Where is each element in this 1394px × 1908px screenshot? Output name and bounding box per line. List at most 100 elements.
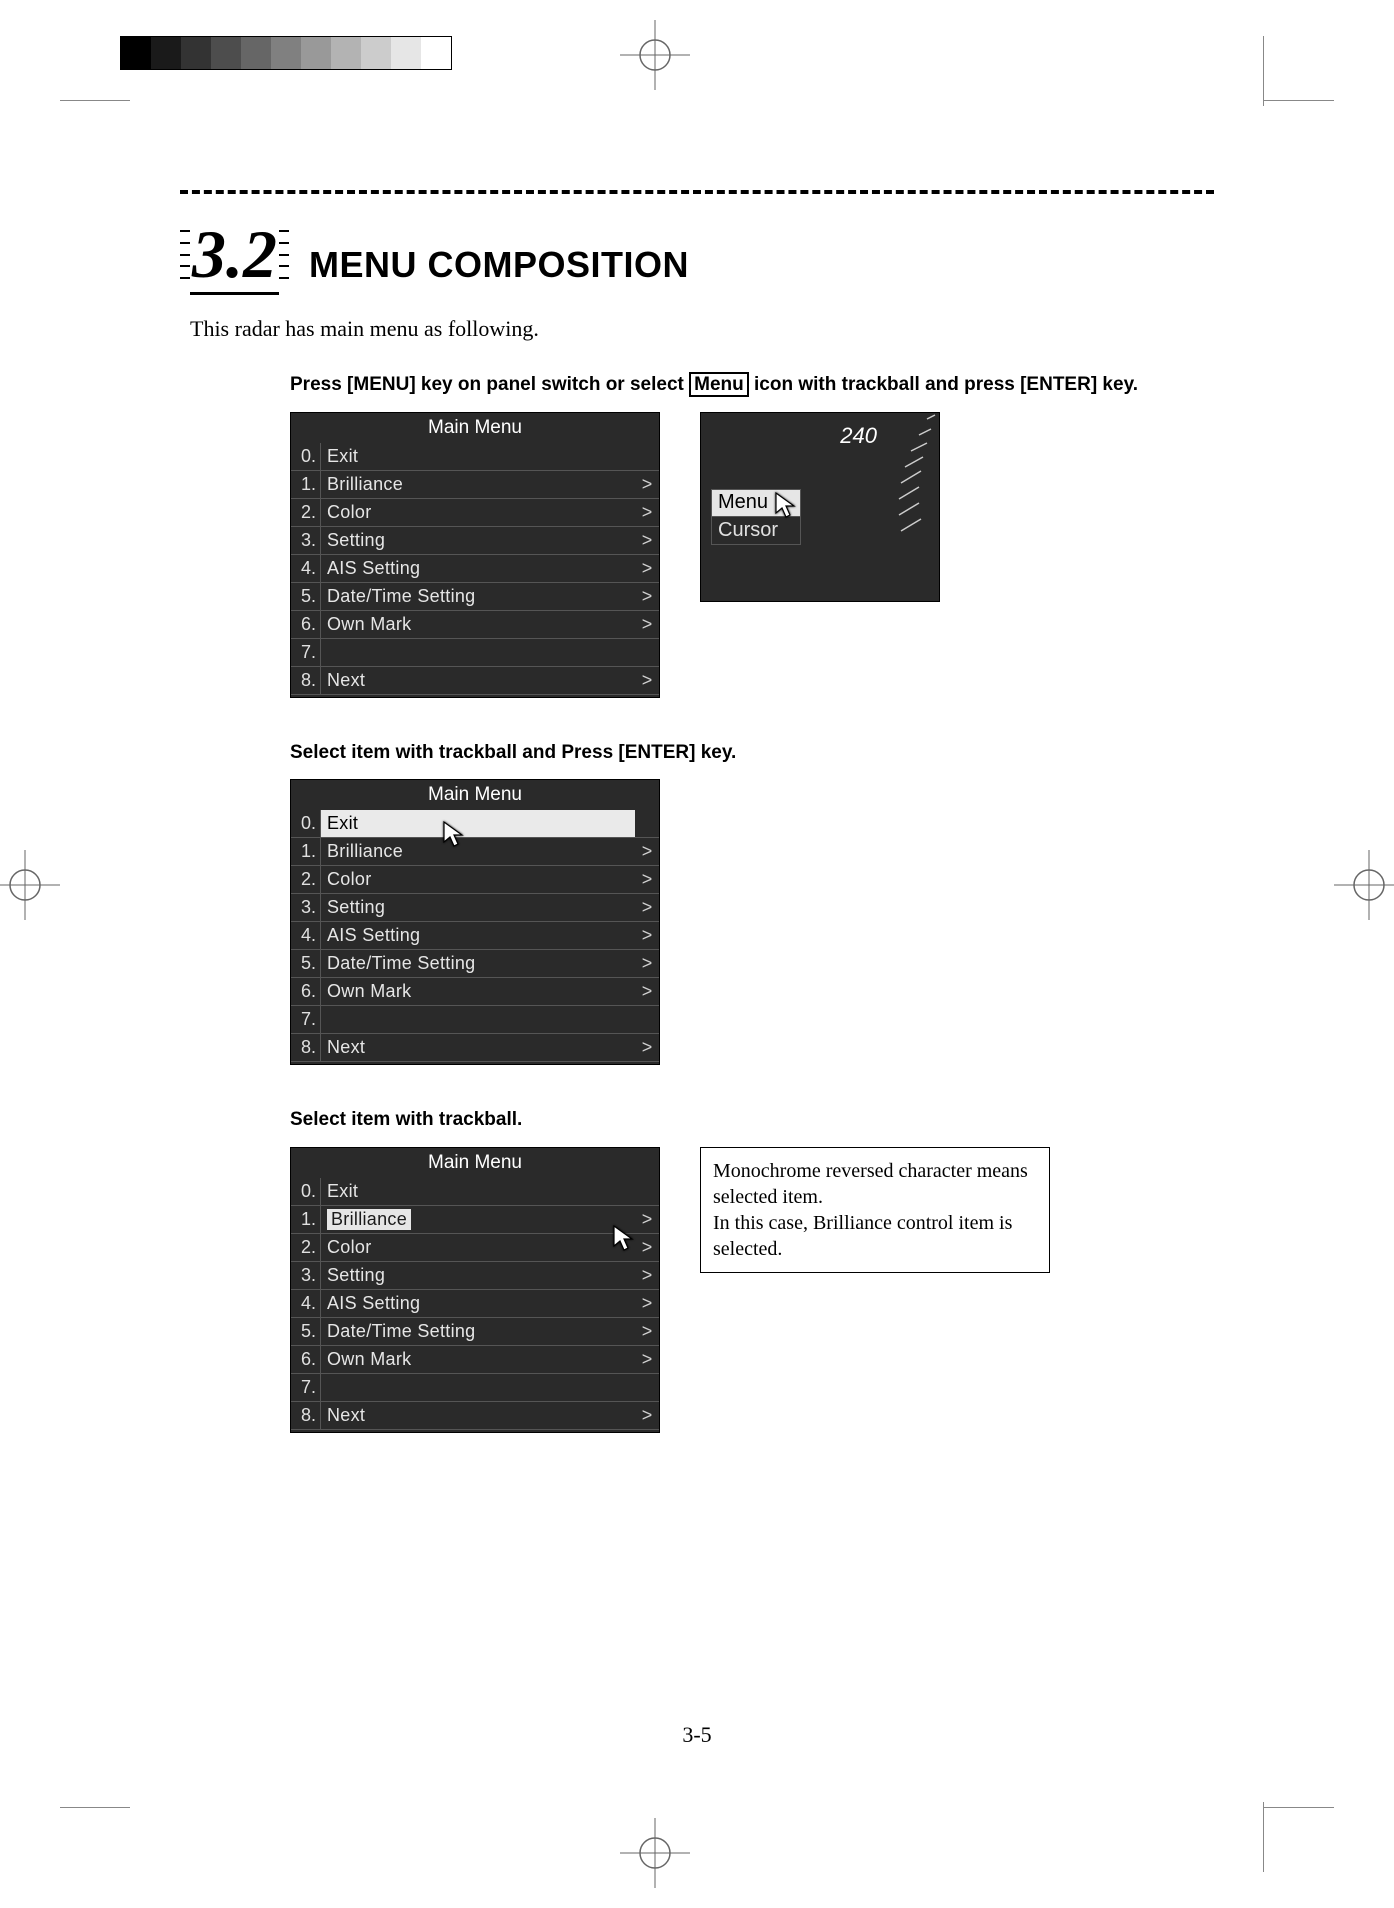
submenu-arrow-icon [635, 1374, 659, 1401]
submenu-arrow-icon: > [635, 1318, 659, 1345]
menu-item-row[interactable]: 3.Setting> [291, 527, 659, 555]
menu-item-label: Own Mark [321, 978, 635, 1005]
menu-item-row[interactable]: 5.Date/Time Setting> [291, 1318, 659, 1346]
menu-item-number: 6. [291, 978, 321, 1005]
menu-item-number: 8. [291, 667, 321, 694]
menu-item-row[interactable]: 4.AIS Setting> [291, 1290, 659, 1318]
section-number: 3.2 [190, 216, 279, 295]
menu-item-number: 2. [291, 1234, 321, 1261]
explanation-note: Monochrome reversed character means sele… [700, 1147, 1050, 1273]
submenu-arrow-icon: > [635, 1290, 659, 1317]
menu-item-label: Exit [321, 1178, 635, 1205]
menu-item-number: 2. [291, 866, 321, 893]
menu-boxed-label: Menu [689, 372, 749, 397]
menu-item-label: AIS Setting [321, 922, 635, 949]
step-3-text: Select item with trackball. [290, 1107, 1204, 1133]
menu-item-row[interactable]: 2.Color> [291, 499, 659, 527]
submenu-arrow-icon: > [635, 1262, 659, 1289]
menu-item-number: 1. [291, 471, 321, 498]
menu-item-label: Own Mark [321, 1346, 635, 1373]
menu-item-row[interactable]: 7. [291, 1374, 659, 1402]
step-1: Press [MENU] key on panel switch or sele… [290, 372, 1204, 698]
submenu-arrow-icon: > [635, 866, 659, 893]
menu-item-label: AIS Setting [321, 555, 635, 582]
menu-item-number: 5. [291, 583, 321, 610]
step-1-text: Press [MENU] key on panel switch or sele… [290, 372, 1204, 398]
menu-item-label [321, 1374, 635, 1401]
submenu-arrow-icon: > [635, 527, 659, 554]
main-menu-screenshot-1: Main Menu0.Exit1.Brilliance>2.Color>3.Se… [290, 412, 660, 698]
submenu-arrow-icon: > [635, 978, 659, 1005]
menu-item-row[interactable]: 0.Exit [291, 810, 659, 838]
cursor-pointer-icon [611, 1224, 635, 1252]
submenu-arrow-icon: > [635, 583, 659, 610]
menu-item-label: Brilliance [321, 471, 635, 498]
menu-item-number: 8. [291, 1402, 321, 1429]
menu-item-row[interactable]: 2.Color> [291, 866, 659, 894]
submenu-arrow-icon: > [635, 611, 659, 638]
menu-item-number: 0. [291, 443, 321, 470]
menu-item-row[interactable]: 6.Own Mark> [291, 978, 659, 1006]
menu-item-number: 0. [291, 1178, 321, 1205]
submenu-arrow-icon: > [635, 894, 659, 921]
step-2: Select item with trackball and Press [EN… [290, 740, 1204, 1066]
menu-item-label: Color [321, 866, 635, 893]
step-1-text-pre: Press [MENU] key on panel switch or sele… [290, 374, 689, 395]
menu-item-row[interactable]: 2.Color> [291, 1234, 659, 1262]
main-menu-screenshot-3: Main Menu0.Exit1.Brilliance>2.Color>3.Se… [290, 1147, 660, 1433]
menu-item-row[interactable]: 6.Own Mark> [291, 611, 659, 639]
mini-menu-item-cursor[interactable]: Cursor [711, 517, 801, 545]
menu-item-row[interactable]: 7. [291, 1006, 659, 1034]
menu-item-number: 6. [291, 1346, 321, 1373]
menu-item-label: Exit [321, 443, 635, 470]
note-line-2: In this case, Brilliance control item is… [713, 1212, 1012, 1260]
menu-item-label: Brilliance [321, 838, 635, 865]
submenu-arrow-icon: > [635, 471, 659, 498]
registration-mark-icon [620, 20, 690, 90]
menu-item-row[interactable]: 1.Brilliance> [291, 471, 659, 499]
menu-item-row[interactable]: 0.Exit [291, 443, 659, 471]
menu-item-row[interactable]: 1.Brilliance> [291, 1206, 659, 1234]
menu-item-label: Setting [321, 894, 635, 921]
menu-item-label: Setting [321, 527, 635, 554]
menu-item-row[interactable]: 3.Setting> [291, 894, 659, 922]
menu-item-row[interactable]: 5.Date/Time Setting> [291, 950, 659, 978]
menu-item-label [321, 639, 635, 666]
menu-item-number: 4. [291, 555, 321, 582]
menu-item-row[interactable]: 8.Next> [291, 1034, 659, 1062]
menu-item-row[interactable]: 6.Own Mark> [291, 1346, 659, 1374]
menu-item-row[interactable]: 1.Brilliance> [291, 838, 659, 866]
menu-item-row[interactable]: 3.Setting> [291, 1262, 659, 1290]
section-title: MENU COMPOSITION [309, 244, 689, 286]
submenu-arrow-icon: > [635, 1206, 659, 1233]
menu-item-row[interactable]: 8.Next> [291, 667, 659, 695]
menu-item-number: 3. [291, 527, 321, 554]
menu-item-label: AIS Setting [321, 1290, 635, 1317]
registration-mark-icon [1334, 850, 1394, 920]
menu-item-row[interactable]: 5.Date/Time Setting> [291, 583, 659, 611]
step-1-text-post: icon with trackball and press [ENTER] ke… [749, 374, 1138, 395]
submenu-arrow-icon: > [635, 838, 659, 865]
menu-item-label: Exit [321, 810, 635, 837]
menu-item-row[interactable]: 7. [291, 639, 659, 667]
menu-title: Main Menu [291, 413, 659, 443]
menu-item-row[interactable]: 4.AIS Setting> [291, 555, 659, 583]
menu-item-label: Own Mark [321, 611, 635, 638]
grayscale-calibration-bar [120, 36, 452, 70]
menu-item-number: 7. [291, 639, 321, 666]
cursor-pointer-icon [773, 491, 797, 519]
bearing-scale-value: 240 [840, 423, 877, 449]
menu-item-row[interactable]: 4.AIS Setting> [291, 922, 659, 950]
menu-item-number: 1. [291, 838, 321, 865]
menu-item-row[interactable]: 8.Next> [291, 1402, 659, 1430]
submenu-arrow-icon: > [635, 1402, 659, 1429]
submenu-arrow-icon [635, 1006, 659, 1033]
menu-item-row[interactable]: 0.Exit [291, 1178, 659, 1206]
submenu-arrow-icon [635, 810, 659, 837]
menu-title: Main Menu [291, 780, 659, 810]
registration-mark-icon [0, 850, 60, 920]
section-rule [180, 190, 1214, 194]
menu-item-label: Color [321, 499, 635, 526]
bearing-scale-ticks [875, 413, 939, 553]
menu-item-number: 7. [291, 1374, 321, 1401]
